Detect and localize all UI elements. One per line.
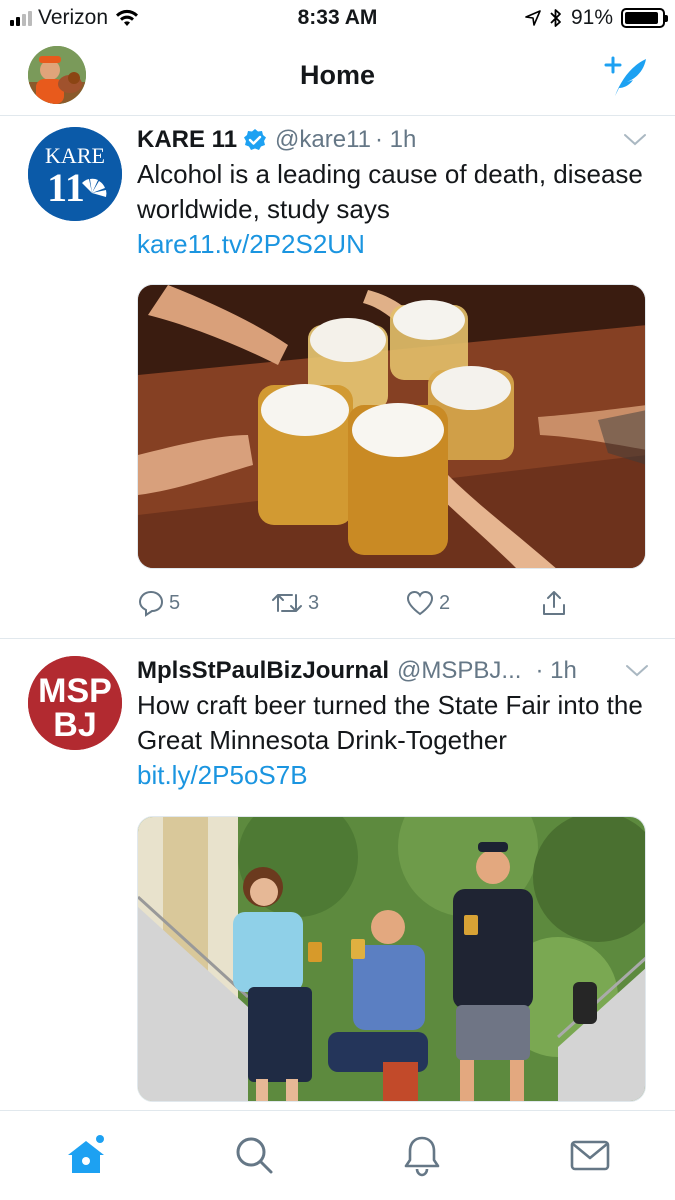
battery-level [625, 12, 658, 24]
messages-icon[interactable] [568, 1133, 612, 1177]
kare11-logo: KARE 11 [28, 127, 122, 221]
battery-percent: 91% [570, 6, 613, 29]
home-icon[interactable] [64, 1133, 108, 1177]
verified-badge-icon [244, 129, 267, 150]
tweet-text-content: Alcohol is a leading cause of death, dis… [137, 159, 643, 224]
reply-icon [138, 590, 164, 617]
mspbj-avatar[interactable]: MSP BJ [28, 656, 122, 750]
kare11-avatar[interactable]: KARE 11 [28, 127, 122, 221]
tweet-actions: 5 3 2 [137, 589, 577, 623]
like-button[interactable]: 2 [405, 589, 450, 617]
svg-text:BJ: BJ [53, 706, 96, 744]
like-count: 2 [439, 591, 451, 614]
notifications-icon[interactable] [400, 1133, 444, 1177]
svg-text:MSP: MSP [38, 672, 112, 710]
retweet-button[interactable]: 3 [270, 589, 319, 617]
mspbj-logo: MSP BJ [28, 656, 122, 750]
tweet-text-content: How craft beer turned the State Fair int… [137, 690, 643, 755]
reply-button[interactable]: 5 [137, 589, 180, 617]
beer-mugs-photo [138, 285, 645, 568]
tweet-text: Alcohol is a leading cause of death, dis… [137, 157, 647, 262]
location-icon [525, 10, 541, 26]
compose-tweet-icon[interactable] [603, 54, 649, 98]
bottom-tab-bar [0, 1110, 675, 1200]
status-bar: Verizon 8:33 AM 91% [0, 0, 675, 38]
author-name[interactable]: KARE 11 [137, 125, 237, 155]
author-handle: @MSPBJ... [397, 657, 522, 684]
craft-beer-people-photo [138, 817, 645, 1101]
svg-text:11: 11 [47, 165, 85, 210]
author-handle: @kare11 [275, 126, 372, 153]
retweet-count: 3 [308, 591, 320, 614]
bluetooth-icon [550, 9, 561, 27]
tweet-time: · 1h [535, 657, 577, 684]
heart-icon [406, 590, 434, 616]
search-icon[interactable] [232, 1133, 276, 1177]
share-button[interactable] [540, 589, 568, 617]
top-nav-bar: Home [0, 38, 675, 116]
tweet-mspbj[interactable]: MSP BJ MplsStPaulBizJournal @MSPBJ... · … [0, 640, 675, 1110]
tweet-header: KARE 11 @kare11 · 1h [137, 125, 647, 155]
reply-count: 5 [169, 591, 181, 614]
tweet-link[interactable]: bit.ly/2P5oS7B [137, 760, 308, 790]
page-title: Home [299, 60, 375, 90]
status-right: 91% [525, 6, 668, 30]
tweet-media-image[interactable] [137, 284, 646, 569]
tweet-kare11[interactable]: KARE 11 KARE 11 @kare11 · 1h Alcohol is … [0, 117, 675, 639]
author-name[interactable]: MplsStPaulBizJournal [137, 656, 389, 686]
chevron-down-icon[interactable] [625, 660, 649, 680]
tweet-body: KARE 11 @kare11 · 1h Alcohol is a leadin… [137, 125, 647, 262]
tweet-link[interactable]: kare11.tv/2P2S2UN [137, 229, 365, 259]
battery-icon [621, 8, 668, 28]
tweet-media-image[interactable] [137, 816, 646, 1102]
share-icon [543, 591, 565, 615]
tweet-body: MplsStPaulBizJournal @MSPBJ... · 1h How … [137, 656, 649, 793]
retweet-icon [272, 594, 302, 612]
chevron-down-icon[interactable] [623, 129, 647, 149]
tweet-text: How craft beer turned the State Fair int… [137, 688, 647, 793]
tweet-time: · 1h [375, 126, 417, 153]
tweet-header: MplsStPaulBizJournal @MSPBJ... · 1h [137, 656, 647, 686]
